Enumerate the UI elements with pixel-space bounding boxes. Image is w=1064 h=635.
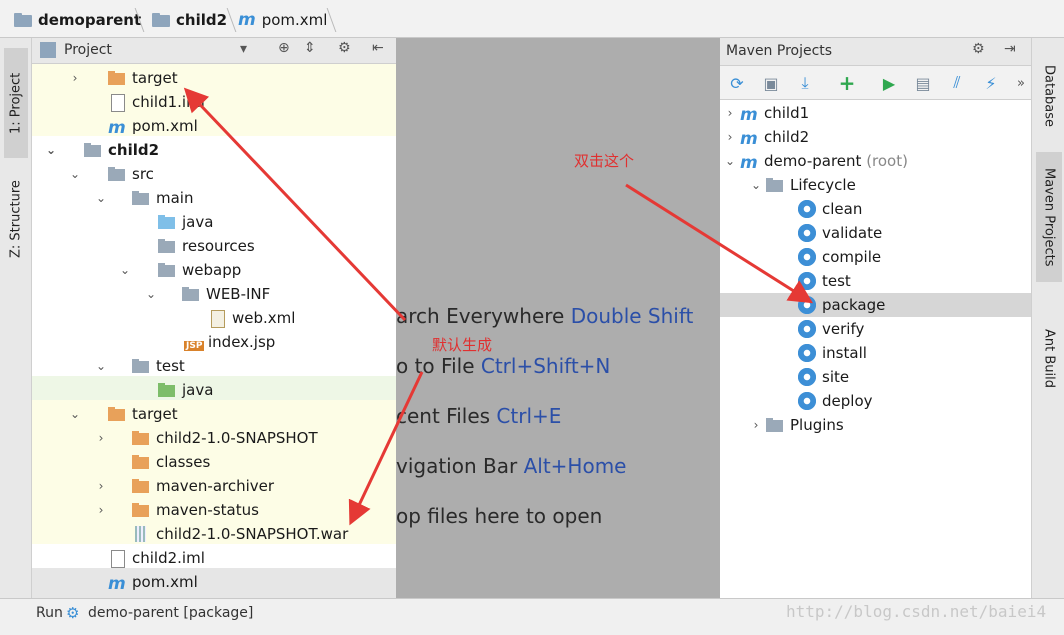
annotation-double-click: 双击这个 xyxy=(574,152,635,170)
arrow-to-package xyxy=(625,183,814,304)
annotation-arrows xyxy=(183,87,814,526)
annotation-default-generated: 默认生成 xyxy=(432,336,493,354)
watermark: http://blog.csdn.net/baiei4 xyxy=(786,602,1047,621)
arrow-to-war xyxy=(348,371,424,526)
arrow-to-target xyxy=(183,87,407,322)
